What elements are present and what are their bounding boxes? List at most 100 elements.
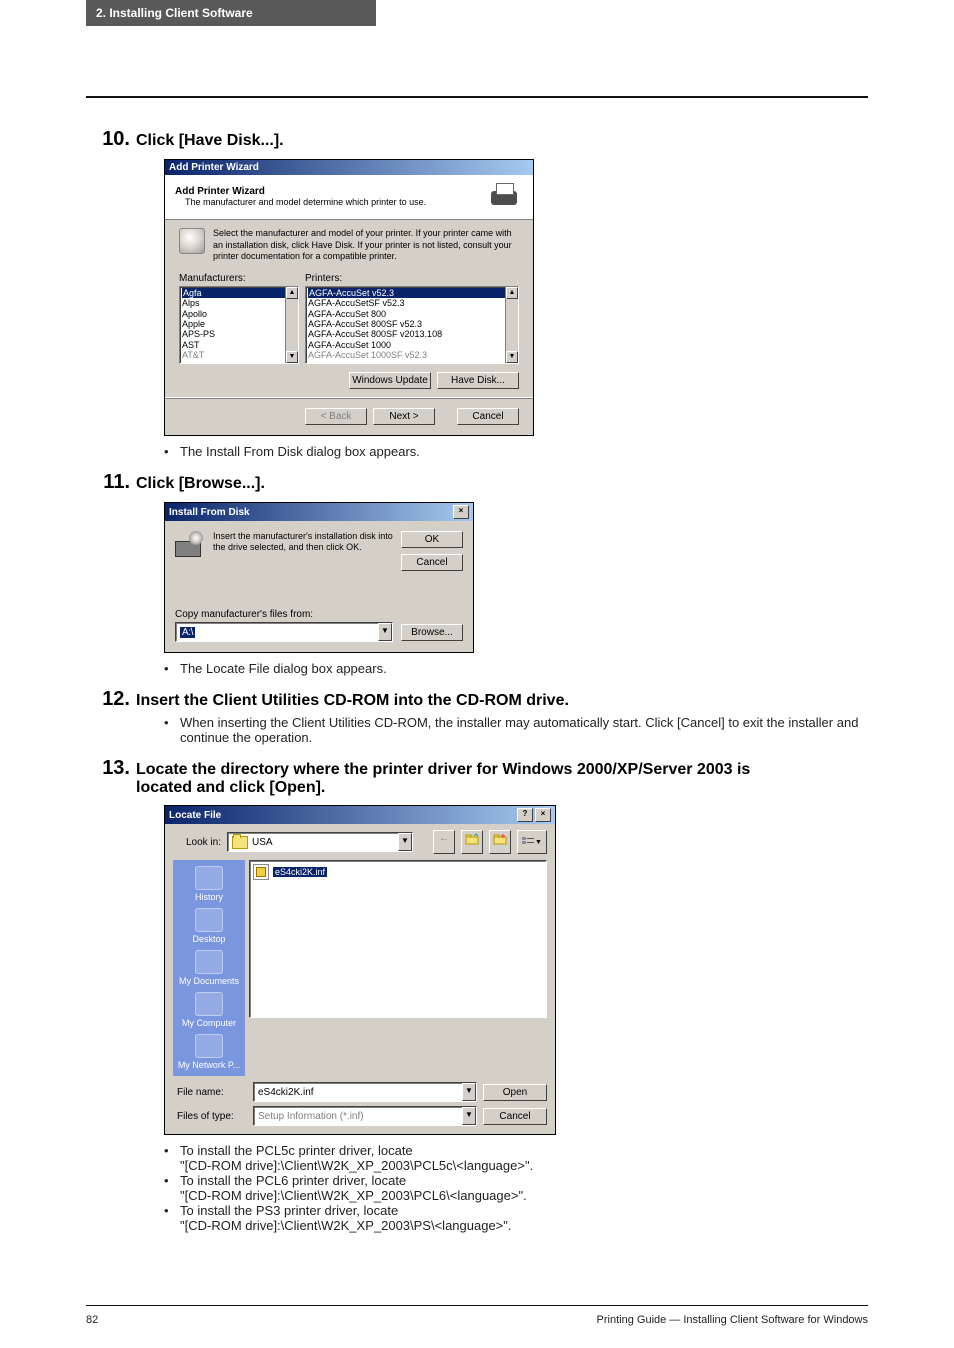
list-item[interactable]: AGFA-AccuSet 1000SF v52.3 [308,350,516,360]
sidebar-item-label: My Network P... [178,1060,240,1070]
open-button[interactable]: Open [483,1084,547,1101]
filename-label: File name: [177,1087,247,1098]
note: • The Locate File dialog box appears. [164,661,868,676]
manufacturers-label: Manufacturers: [179,273,299,284]
sidebar-item-label: My Computer [182,1018,236,1028]
bullet-icon: • [164,1143,180,1158]
desktop-icon [195,908,223,932]
chevron-down-icon[interactable]: ▼ [398,833,412,851]
places-bar: History Desktop My Documents My Computer… [173,860,245,1076]
close-icon[interactable]: × [453,505,469,519]
cancel-button[interactable]: Cancel [401,554,463,571]
chevron-down-icon[interactable]: ▼ [462,1083,476,1101]
list-item[interactable]: eS4cki2K.inf [253,864,543,880]
note-text: The Locate File dialog box appears. [180,661,868,676]
wizard-header-subtitle: The manufacturer and model determine whi… [175,197,426,207]
filename-value: eS4cki2K.inf [258,1087,314,1098]
printers-listbox[interactable]: AGFA-AccuSet v52.3 AGFA-AccuSetSF v52.3 … [305,286,519,364]
list-item[interactable]: AGFA-AccuSetSF v52.3 [308,298,516,308]
manufacturers-listbox[interactable]: Agfa Alps Apollo Apple APS-PS AST AT&T ▲… [179,286,299,364]
back-button[interactable]: < Back [305,408,367,425]
copy-from-label: Copy manufacturer's files from: [175,609,463,620]
note: • To install the PCL6 printer driver, lo… [164,1173,868,1188]
printers-column: Printers: AGFA-AccuSet v52.3 AGFA-AccuSe… [305,273,519,364]
scroll-down-icon[interactable]: ▼ [286,351,298,363]
cancel-button[interactable]: Cancel [457,408,519,425]
list-item[interactable]: AGFA-AccuSet 800SF v52.3 [308,319,516,329]
list-item[interactable]: AGFA-AccuSet v52.3 [308,288,516,298]
wizard-columns: Manufacturers: Agfa Alps Apollo Apple AP… [179,273,519,364]
history-icon [195,866,223,890]
page: 2. Installing Client Software 10. Click … [0,0,954,1348]
cancel-button[interactable]: Cancel [483,1108,547,1125]
close-icon[interactable]: × [535,808,551,822]
ifd-right-buttons: OK Cancel [401,531,463,571]
sidebar-item-mydocuments[interactable]: My Documents [173,950,245,986]
footer-text: Printing Guide — Installing Client Softw… [597,1314,868,1326]
sidebar-item-label: History [195,892,223,902]
list-item[interactable]: Alps [182,298,296,308]
windows-update-button[interactable]: Windows Update [349,372,431,389]
chevron-down-icon[interactable]: ▼ [378,623,392,641]
up-folder-icon[interactable] [461,830,483,854]
list-item[interactable]: AST [182,340,296,350]
disk-drive-icon [175,531,203,559]
filetype-row: Files of type: Setup Information (*.inf)… [173,1106,547,1126]
help-icon[interactable]: ? [517,808,533,822]
list-item[interactable]: AGFA-AccuSet 800 [308,309,516,319]
list-item[interactable]: Apollo [182,309,296,319]
list-item[interactable]: AGFA-AccuSet 1000 [308,340,516,350]
dialog-body: Insert the manufacturer's installation d… [165,521,473,652]
copy-from-combobox[interactable]: A:\ ▼ [175,622,393,642]
filetype-combobox[interactable]: Setup Information (*.inf) ▼ [253,1106,477,1126]
sidebar-item-mycomputer[interactable]: My Computer [173,992,245,1028]
bullet-icon: • [164,444,180,459]
lookin-combobox[interactable]: USA ▼ [227,832,413,852]
view-menu-button[interactable]: ▼ [517,830,547,854]
step-number: 11. [86,471,130,494]
list-item[interactable]: APS-PS [182,329,296,339]
note-line: "[CD-ROM drive]:\Client\W2K_XP_2003\PS\<… [180,1218,868,1233]
step-10: 10. Click [Have Disk...]. [86,128,868,151]
have-disk-button[interactable]: Have Disk... [437,372,519,389]
dialog-titlebar: Install From Disk × [165,503,473,521]
step-title: Click [Browse...]. [136,475,265,493]
note-line: "[CD-ROM drive]:\Client\W2K_XP_2003\PCL5… [180,1158,868,1173]
step-12: 12. Insert the Client Utilities CD-ROM i… [86,688,868,711]
next-button[interactable]: Next > [373,408,435,425]
scroll-down-icon[interactable]: ▼ [506,351,518,363]
list-item[interactable]: AGFA-AccuSet 800SF v2013.108 [308,329,516,339]
bullet-icon: • [164,1203,180,1218]
browse-button[interactable]: Browse... [401,624,463,641]
step-number: 12. [86,688,130,711]
chevron-down-icon: ▼ [535,839,542,846]
chevron-down-icon[interactable]: ▼ [462,1107,476,1125]
wizard-footer: < Back Next > Cancel [165,397,533,435]
filename-input[interactable]: eS4cki2K.inf ▼ [253,1082,477,1102]
new-folder-icon[interactable] [489,830,511,854]
page-number: 82 [86,1314,98,1326]
back-button[interactable]: ← [433,830,455,854]
sidebar-item-mynetwork[interactable]: My Network P... [173,1034,245,1070]
step-13: 13. Locate the directory where the print… [86,757,868,797]
note-text: To install the PCL6 printer driver, loca… [180,1173,868,1188]
printer-icon [487,181,523,211]
list-item[interactable]: AT&T [182,350,296,360]
ok-button[interactable]: OK [401,531,463,548]
locate-main: History Desktop My Documents My Computer… [173,860,547,1076]
scroll-up-icon[interactable]: ▲ [286,287,298,299]
sidebar-item-desktop[interactable]: Desktop [173,908,245,944]
file-list[interactable]: eS4cki2K.inf [249,860,547,1018]
filename-row: File name: eS4cki2K.inf ▼ Open [173,1082,547,1102]
dialog-title: Locate File [169,810,221,821]
wizard-header: Add Printer Wizard The manufacturer and … [165,175,533,220]
note-line: "[CD-ROM drive]:\Client\W2K_XP_2003\PCL6… [180,1188,868,1203]
page-footer: 82 Printing Guide — Installing Client So… [86,1314,868,1326]
list-item[interactable]: Apple [182,319,296,329]
list-item[interactable]: Agfa [182,288,296,298]
lookin-value: USA [252,837,273,848]
sidebar-item-history[interactable]: History [173,866,245,902]
scroll-up-icon[interactable]: ▲ [506,287,518,299]
filetype-label: Files of type: [177,1111,247,1122]
note: • When inserting the Client Utilities CD… [164,715,868,745]
